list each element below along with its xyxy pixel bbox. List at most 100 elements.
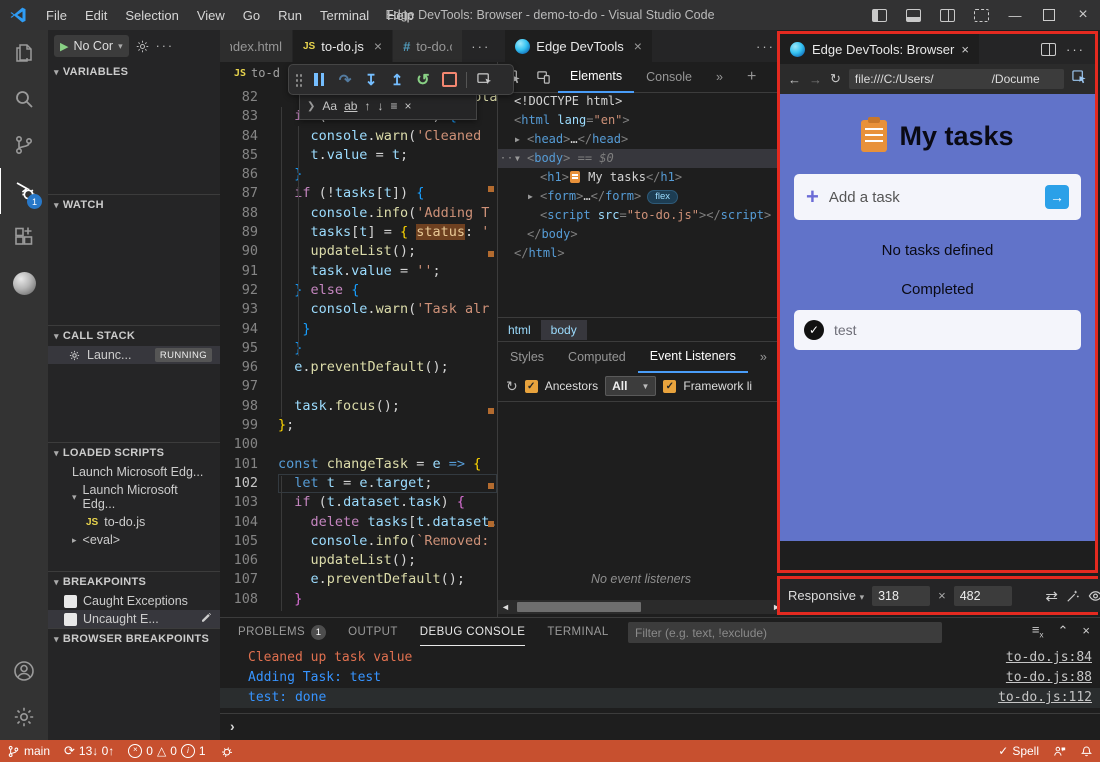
close-button[interactable]: × (1066, 0, 1100, 30)
dom-tree[interactable]: <!DOCTYPE html><html lang="en">▶<head>…<… (498, 92, 784, 317)
call-stack-section-header[interactable]: ▾CALL STACK (48, 325, 220, 346)
menu-edit[interactable]: Edit (76, 8, 116, 23)
line-number[interactable]: 93 (220, 300, 272, 319)
tab-computed[interactable]: Computed (556, 342, 638, 372)
scroll-left-icon[interactable]: ◄ (498, 602, 513, 612)
console-row[interactable]: Cleaned up task valueto-do.js:84 (220, 648, 1100, 668)
expanded-arrow-icon[interactable]: ▼ (515, 149, 520, 168)
filter-icon[interactable]: ≡x (1032, 622, 1044, 640)
settings-gear-icon[interactable] (0, 694, 48, 740)
code-line[interactable]: e.preventDefault(); (278, 358, 497, 377)
line-number[interactable]: 86 (220, 165, 272, 184)
code-line[interactable] (278, 435, 497, 454)
restart-icon[interactable]: ↺ (411, 68, 435, 92)
line-number[interactable]: 85 (220, 146, 272, 165)
line-number[interactable]: 104 (220, 513, 272, 532)
toggle-secondary-sidebar-icon[interactable] (930, 0, 964, 30)
inspect-screencast-icon[interactable] (472, 68, 496, 92)
activity-edge-tools-icon[interactable] (0, 260, 48, 306)
line-number[interactable]: 95 (220, 339, 272, 358)
line-number[interactable]: 88 (220, 204, 272, 223)
maximize-button[interactable] (1032, 0, 1066, 30)
watch-section-header[interactable]: ▾WATCH (48, 194, 220, 215)
dom-tree-row[interactable]: <html lang="en"> (498, 111, 784, 130)
problems-item[interactable]: ×0 △0 i1 (121, 740, 212, 762)
line-number[interactable]: 92 (220, 281, 272, 300)
code-editor[interactable]: JS to-d 82838485868788899091929394959697… (220, 62, 497, 617)
whole-word-icon[interactable]: ab (344, 99, 357, 113)
ancestors-checkbox[interactable]: ✓ (525, 380, 538, 393)
line-number[interactable]: 98 (220, 397, 272, 416)
inspect-icon[interactable] (1072, 70, 1087, 88)
line-number[interactable]: 90 (220, 242, 272, 261)
breakpoints-section-header[interactable]: ▾BREAKPOINTS (48, 571, 220, 592)
tab-debug-console[interactable]: DEBUG CONSOLE (420, 618, 526, 646)
minimize-button[interactable]: — (998, 0, 1032, 30)
close-panel-icon[interactable]: × (1082, 623, 1090, 638)
url-bar[interactable]: file:///C:/Users//Docume (849, 69, 1064, 89)
tree-arrow-icon[interactable]: ▸ (72, 535, 77, 546)
activity-extensions-icon[interactable] (0, 214, 48, 260)
step-over-icon[interactable]: ↷ (333, 68, 357, 92)
drag-handle-icon[interactable] (295, 73, 303, 87)
find-in-selection-icon[interactable]: ≡ (390, 99, 397, 113)
line-number[interactable]: 94 (220, 320, 272, 339)
loaded-scripts-section-header[interactable]: ▾LOADED SCRIPTS (48, 442, 220, 463)
source-link[interactable]: to-do.js:88 (1006, 668, 1092, 688)
tree-arrow-icon[interactable]: ▾ (72, 492, 77, 503)
more-tabs-icon[interactable]: » (748, 342, 779, 372)
git-branch-item[interactable]: main (0, 740, 57, 762)
edit-pencil-icon[interactable] (200, 613, 212, 625)
menu-file[interactable]: File (37, 8, 76, 23)
editor-code[interactable]: epla if (t.value !== t) { console.warn('… (278, 88, 497, 609)
activity-run-debug-icon[interactable]: 1 (0, 168, 49, 214)
source-link[interactable]: to-do.js:112 (998, 688, 1092, 708)
close-tab-icon[interactable]: × (961, 42, 969, 57)
tab-to-do-css[interactable]: # to-do.css (393, 30, 463, 62)
code-line[interactable]: task.value = ''; (278, 262, 497, 281)
code-line[interactable]: task.focus(); (278, 397, 497, 416)
line-number[interactable]: 108 (220, 590, 272, 609)
code-line[interactable]: }; (278, 416, 497, 435)
close-tab-icon[interactable]: × (634, 38, 642, 54)
tab-styles[interactable]: Styles (498, 342, 556, 372)
checkbox-icon[interactable] (64, 595, 77, 608)
code-line[interactable]: updateList(); (278, 242, 497, 261)
toggle-sidebar-icon[interactable] (862, 0, 896, 30)
code-line[interactable]: } (278, 590, 497, 609)
step-into-icon[interactable]: ↧ (359, 68, 383, 92)
dom-tree-row[interactable]: <script src="to-do.js"></script> (498, 206, 784, 225)
dom-tree-row[interactable]: <!DOCTYPE html> (498, 92, 784, 111)
code-line[interactable]: if (!tasks[t]) { (278, 184, 497, 203)
tab-terminal[interactable]: TERMINAL (547, 618, 608, 646)
vision-deficiency-icon[interactable] (1088, 588, 1100, 603)
tab-index-html[interactable]: index.html (220, 30, 293, 62)
notifications-item[interactable] (1073, 740, 1100, 762)
dom-tree-row[interactable]: ▶<form>…</form>flex (498, 187, 784, 206)
tab-event-listeners[interactable]: Event Listeners (638, 341, 748, 373)
sync-changes-item[interactable]: ⟳ 13↓ 0↑ (57, 740, 121, 762)
line-number[interactable]: 101 (220, 455, 272, 474)
menu-help[interactable]: Help (378, 8, 423, 23)
loaded-script-item[interactable]: ▾Launch Microsoft Edg... (48, 481, 220, 513)
line-number[interactable]: 107 (220, 570, 272, 589)
dom-tree-row[interactable]: <h1> My tasks</h1> (498, 168, 784, 187)
account-icon[interactable] (0, 648, 48, 694)
activity-explorer-icon[interactable] (0, 30, 48, 76)
crumb-body[interactable]: body (541, 320, 587, 340)
match-case-icon[interactable]: Aa (322, 99, 337, 113)
code-line[interactable]: t.value = t; (278, 146, 497, 165)
console-row[interactable]: Adding Task: testto-do.js:88 (220, 668, 1100, 688)
menu-go[interactable]: Go (234, 8, 269, 23)
code-line[interactable]: const changeTask = e => { (278, 455, 497, 474)
customize-layout-icon[interactable] (964, 0, 998, 30)
device-height-input[interactable]: 482 (954, 586, 1012, 606)
code-line[interactable]: console.warn('Task alr (278, 300, 497, 319)
browser-breakpoints-section-header[interactable]: ▾BROWSER BREAKPOINTS (48, 628, 220, 649)
code-line[interactable]: } (278, 320, 497, 339)
code-line[interactable] (278, 377, 497, 396)
line-number[interactable]: 84 (220, 127, 272, 146)
console-filter-input[interactable]: Filter (e.g. text, !exclude) (628, 622, 942, 643)
check-circle-icon[interactable]: ✓ (804, 320, 824, 340)
code-line[interactable]: console.warn('Cleaned (278, 127, 497, 146)
